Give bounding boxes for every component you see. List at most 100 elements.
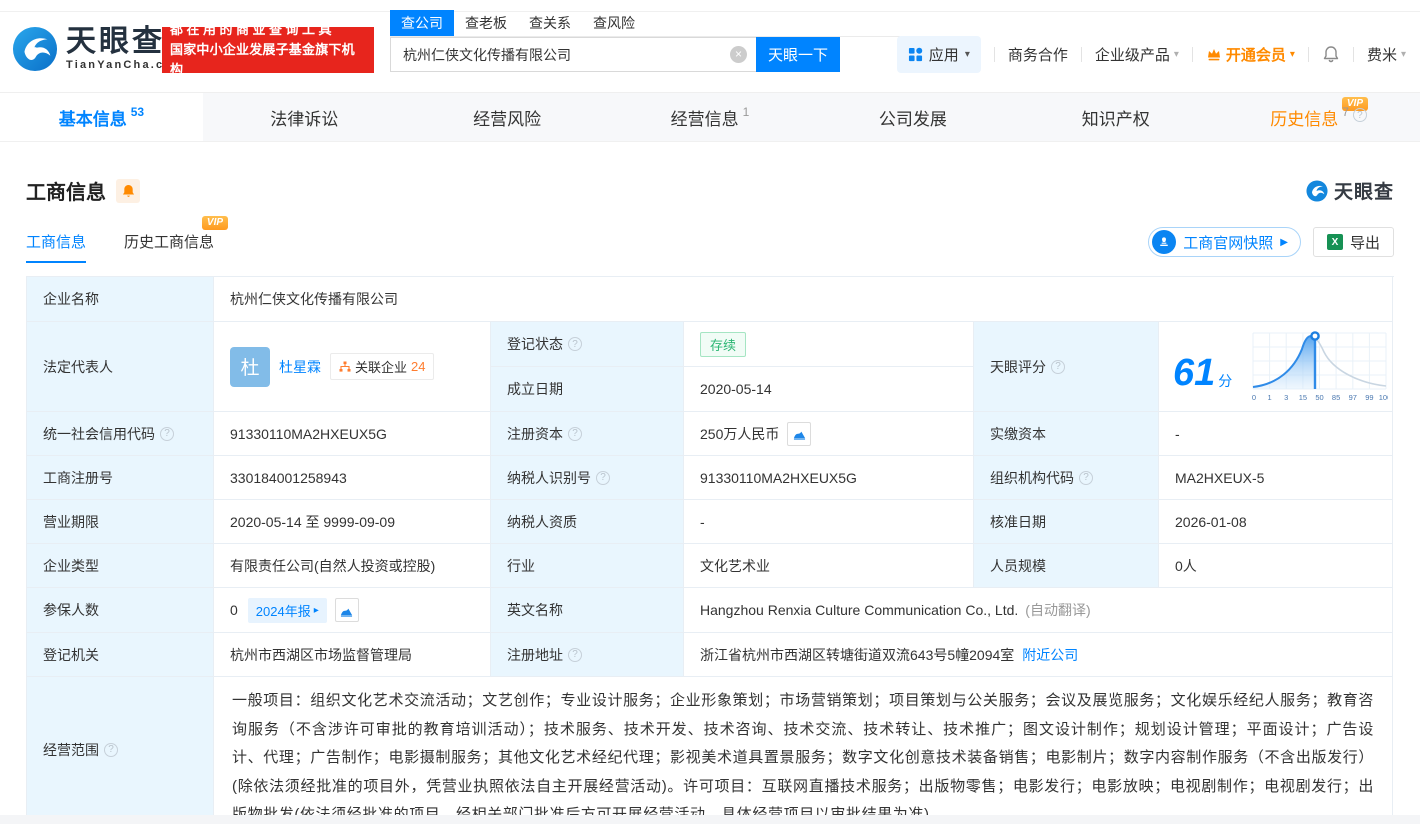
brand-slogan: 都在用的商业查询工具 国家中小企业发展子基金旗下机构 <box>162 22 374 77</box>
score-distribution-chart: 0 1 3 15 50 85 97 99 100 <box>1252 330 1388 402</box>
apps-menu[interactable]: 应用 ▾ <box>896 35 981 73</box>
svg-text:1: 1 <box>1268 393 1272 402</box>
annual-report-tag[interactable]: 2024年报 ▸ <box>247 597 327 623</box>
value-legal-representative: 杜 杜星霖 关联企业 24 <box>214 322 491 412</box>
page-bottom-strip <box>0 815 1420 824</box>
nav-divider <box>1080 46 1082 62</box>
tab-count: 53 <box>130 105 145 119</box>
nav-divider <box>1307 46 1309 62</box>
help-icon[interactable]: ? <box>568 426 582 441</box>
help-icon[interactable]: ? <box>1352 108 1367 122</box>
business-info-subtabs: 工商信息 VIP 历史工商信息 <box>26 216 229 263</box>
value-business-scope: 一般项目：组织文化艺术交流活动；文艺创作；专业设计服务；企业形象策划；市场营销策… <box>214 677 1393 823</box>
clear-search-icon[interactable]: × <box>730 46 747 63</box>
header-nav: 应用 ▾ 商务合作 企业级产品 ▾ 开通会员 ▾ 费米 ▾ <box>896 34 1406 74</box>
search-tab-risk[interactable]: 查风险 <box>582 10 646 36</box>
user-menu[interactable]: 费米 ▾ <box>1367 44 1406 65</box>
stamp-icon <box>1152 230 1177 254</box>
export-button[interactable]: X 导出 <box>1312 227 1394 257</box>
help-icon[interactable]: ? <box>568 647 582 662</box>
value-paid-capital: - <box>1159 412 1393 456</box>
excel-icon: X <box>1326 234 1343 250</box>
value-tianyan-score[interactable]: 61 分 0 1 3 15 50 85 97 99 10 <box>1159 322 1393 412</box>
status-badge: 存续 <box>700 331 747 357</box>
help-icon[interactable]: ? <box>104 742 118 757</box>
svg-text:99: 99 <box>1365 393 1373 402</box>
help-icon[interactable]: ? <box>568 337 582 351</box>
tab-basic-info[interactable]: 基本信息 53 <box>0 93 203 141</box>
value-registration-authority: 杭州市西湖区市场监督管理局 <box>214 633 491 677</box>
tab-legal-proceedings[interactable]: 法律诉讼 <box>203 93 406 141</box>
tianyancha-watermark: 天眼查 <box>1306 177 1394 204</box>
label-business-term: 营业期限 <box>27 500 214 544</box>
chevron-down-icon: ▾ <box>1289 48 1295 60</box>
subtab-business-info[interactable]: 工商信息 <box>26 231 87 263</box>
search-button[interactable]: 天眼一下 <box>756 37 840 72</box>
related-companies-badge[interactable]: 关联企业 24 <box>330 353 435 380</box>
subscribe-bell-button[interactable] <box>116 178 140 203</box>
bell-icon <box>1323 46 1339 63</box>
nav-enterprise-products[interactable]: 企业级产品 ▾ <box>1095 44 1179 65</box>
label-registration-number: 工商注册号 <box>27 456 214 500</box>
tab-company-development[interactable]: 公司发展 <box>811 93 1014 141</box>
nav-open-membership[interactable]: 开通会员 ▾ <box>1206 44 1295 65</box>
value-english-name: Hangzhou Renxia Culture Communication Co… <box>684 588 1393 633</box>
help-icon[interactable]: ? <box>160 426 174 441</box>
help-icon[interactable]: ? <box>596 470 610 485</box>
label-industry: 行业 <box>491 544 684 588</box>
label-company-name: 企业名称 <box>27 277 214 322</box>
value-approval-date: 2026-01-08 <box>1159 500 1393 544</box>
value-establishment-date: 2020-05-14 <box>684 367 974 412</box>
official-snapshot-button[interactable]: 工商官网快照 ▶ <box>1148 227 1301 257</box>
tab-history-info[interactable]: VIP 历史信息 7 ? <box>1217 93 1420 141</box>
search-input[interactable] <box>390 37 756 72</box>
related-companies-count: 24 <box>411 359 426 374</box>
bell-icon <box>122 184 134 197</box>
search-tab-company[interactable]: 查公司 <box>390 10 454 36</box>
insured-trend-button[interactable] <box>334 598 359 622</box>
company-section-tabs: 基本信息 53 法律诉讼 经营风险 经营信息 1 公司发展 知识产权 VIP 历史信… <box>0 92 1420 142</box>
help-icon[interactable]: ? <box>1079 470 1093 485</box>
nav-divider <box>1191 46 1193 62</box>
nav-business-cooperation[interactable]: 商务合作 <box>1008 44 1068 65</box>
label-taxpayer-qualification: 纳税人资质 <box>491 500 684 544</box>
slogan-line2: 国家中小企业发展子基金旗下机构 <box>170 42 355 77</box>
value-company-type: 有限责任公司(自然人投资或控股) <box>214 544 491 588</box>
tianyancha-logo[interactable]: 天眼查 TianYanCha.com <box>12 26 185 72</box>
chevron-down-icon: ▾ <box>964 48 970 60</box>
help-icon[interactable]: ? <box>1051 359 1065 374</box>
watermark-text: 天眼查 <box>1333 182 1394 203</box>
nav-divider <box>993 46 995 62</box>
search-tab-relation[interactable]: 查关系 <box>518 10 582 36</box>
nearby-companies-link[interactable]: 附近公司 <box>1022 645 1078 665</box>
value-staff-size: 0人 <box>1159 544 1393 588</box>
value-organization-code: MA2HXEUX-5 <box>1159 456 1393 500</box>
score-number: 61 <box>1173 351 1216 394</box>
svg-text:0: 0 <box>1252 393 1256 402</box>
arrow-right-icon: ▶ <box>1280 236 1288 248</box>
notifications-bell[interactable] <box>1322 45 1340 63</box>
legal-rep-name-link[interactable]: 杜星霖 <box>279 357 321 377</box>
tab-operational-risk[interactable]: 经营风险 <box>406 93 609 141</box>
auto-translate-note: (自动翻译) <box>1025 602 1091 618</box>
search-tab-boss[interactable]: 查老板 <box>454 10 518 36</box>
chevron-down-icon: ▾ <box>1400 48 1406 60</box>
tab-intellectual-property[interactable]: 知识产权 <box>1014 93 1217 141</box>
value-industry: 文化艺术业 <box>684 544 974 588</box>
value-taxpayer-id: 91330110MA2HXEUX5G <box>684 456 974 500</box>
label-registration-status: 登记状态? <box>491 322 684 367</box>
tab-count: 7 <box>1342 105 1349 119</box>
chevron-down-icon: ▾ <box>1173 48 1179 60</box>
value-registration-status: 存续 <box>684 322 974 367</box>
label-organization-code: 组织机构代码? <box>974 456 1159 500</box>
header-divider <box>0 11 1420 12</box>
legal-rep-avatar[interactable]: 杜 <box>230 346 270 387</box>
label-company-type: 企业类型 <box>27 544 214 588</box>
capital-change-record-button[interactable] <box>787 421 812 446</box>
business-registration-table: 企业名称 杭州仁侠文化传播有限公司 法定代表人 杜 杜星霖 关联企业 24 登记… <box>26 276 1394 823</box>
label-english-name: 英文名称 <box>491 588 684 633</box>
subtab-history-business-info[interactable]: VIP 历史工商信息 <box>124 216 229 263</box>
tianyancha-logo-icon <box>1306 179 1328 202</box>
tab-business-info[interactable]: 经营信息 1 <box>609 93 812 141</box>
apps-label: 应用 <box>928 46 959 64</box>
